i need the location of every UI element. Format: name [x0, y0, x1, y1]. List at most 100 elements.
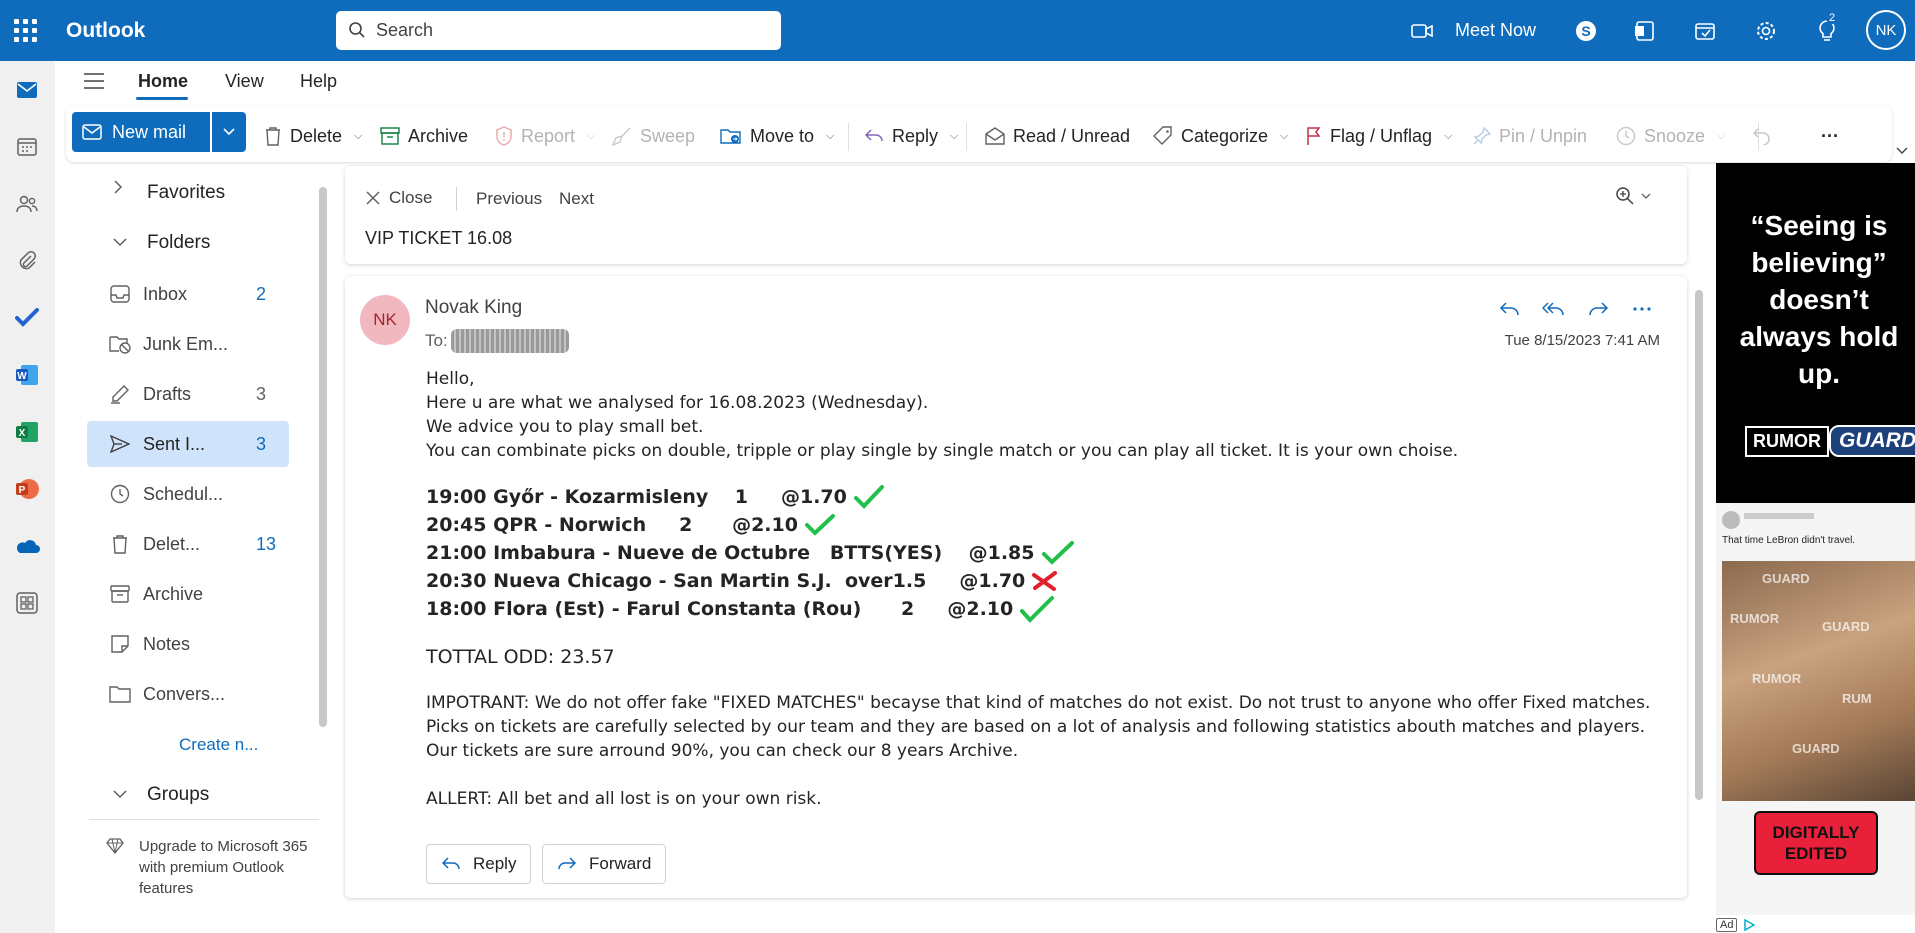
- new-mail-dropdown[interactable]: [212, 112, 246, 152]
- more-actions-icon[interactable]: [1627, 294, 1657, 324]
- ribbon-expand-chevron-icon[interactable]: [1896, 136, 1908, 166]
- next-button[interactable]: Next: [559, 189, 594, 209]
- chevron-right-icon[interactable]: [113, 180, 123, 197]
- onedrive-icon[interactable]: [14, 533, 40, 559]
- folder-inbox[interactable]: Inbox 2: [87, 271, 289, 317]
- ribbon-toolbar: New mail Delete ⌵ Archive Report ⌵ Sweep M…: [66, 106, 1908, 162]
- clock-icon: [109, 483, 131, 505]
- search-input[interactable]: Search: [336, 11, 781, 50]
- ad-quote: “Seeing is believing” doesn’t always hol…: [1739, 210, 1899, 389]
- pick-row: 20:45 QPR - Norwich 2 @2.10: [426, 511, 1656, 539]
- archive-box-icon: [109, 583, 131, 605]
- notification-badge: 2: [1826, 12, 1839, 24]
- skype-icon[interactable]: S: [1573, 18, 1599, 44]
- message-scrollbar[interactable]: [1695, 290, 1703, 800]
- folders-header[interactable]: Folders: [147, 232, 210, 254]
- folder-sent-items[interactable]: Sent I... 3: [87, 421, 289, 467]
- powerpoint-icon[interactable]: P: [14, 476, 40, 502]
- zoom-in-icon: [1616, 187, 1634, 205]
- ribbon-divider: [966, 123, 967, 151]
- sender-name[interactable]: Novak King: [425, 297, 522, 319]
- hamburger-menu-icon[interactable]: [83, 72, 105, 95]
- report-button[interactable]: Report ⌵: [495, 121, 595, 151]
- video-camera-icon[interactable]: [1410, 18, 1436, 44]
- close-button[interactable]: Close: [365, 188, 432, 208]
- excel-icon[interactable]: X: [14, 419, 40, 445]
- forward-button[interactable]: Forward: [542, 844, 667, 884]
- reply-button[interactable]: Reply: [426, 844, 532, 884]
- word-icon[interactable]: W: [14, 362, 40, 388]
- sweep-button[interactable]: Sweep: [612, 121, 695, 151]
- delete-button[interactable]: Delete ⌵: [264, 121, 362, 151]
- reply-all-icon[interactable]: [1539, 294, 1569, 324]
- more-apps-icon[interactable]: [14, 590, 40, 616]
- reply-ribbon-button[interactable]: Reply ⌵: [864, 121, 958, 151]
- chevron-down-icon[interactable]: [113, 786, 127, 802]
- watermark: RUMOR: [1730, 611, 1780, 626]
- app-launcher-icon[interactable]: [14, 19, 38, 43]
- zoom-button[interactable]: [1615, 186, 1651, 206]
- meet-now-button[interactable]: Meet Now: [1455, 20, 1536, 41]
- chevron-down-icon: ⌵: [1444, 129, 1453, 142]
- check-icon: [804, 513, 836, 537]
- new-mail-label: New mail: [112, 121, 187, 142]
- tweet-caption: That time LeBron didn't travel.: [1722, 535, 1856, 546]
- upgrade-promo[interactable]: Upgrade to Microsoft 365 with premium Ou…: [89, 819, 319, 899]
- mail-icon[interactable]: [14, 77, 40, 103]
- envelope-open-icon: [985, 127, 1005, 145]
- previous-button[interactable]: Previous: [476, 189, 542, 209]
- snooze-button[interactable]: Snooze ⌵: [1616, 121, 1725, 151]
- read-unread-button[interactable]: Read / Unread: [985, 121, 1130, 151]
- flag-unflag-button[interactable]: Flag / Unflag ⌵: [1306, 121, 1452, 151]
- more-options-button[interactable]: ···: [1821, 121, 1839, 151]
- folder-pane-scrollbar[interactable]: [319, 187, 327, 727]
- attachment-icon[interactable]: [14, 248, 40, 274]
- calendar-icon[interactable]: [14, 134, 40, 160]
- close-icon: [366, 191, 380, 205]
- favorites-header[interactable]: Favorites: [147, 182, 225, 204]
- tab-home[interactable]: Home: [138, 71, 188, 92]
- chevron-down-icon: ⌵: [1717, 129, 1726, 142]
- settings-gear-icon[interactable]: [1753, 18, 1779, 44]
- my-day-icon[interactable]: [1692, 18, 1718, 44]
- ribbon-divider: [848, 123, 849, 151]
- forward-icon: [558, 857, 577, 870]
- watermark: GUARD: [1822, 619, 1870, 634]
- todo-check-icon[interactable]: [14, 305, 40, 331]
- archive-button[interactable]: Archive: [380, 121, 468, 151]
- create-new-folder-link[interactable]: Create n...: [179, 735, 258, 755]
- undo-button[interactable]: [1752, 121, 1772, 151]
- tab-view[interactable]: View: [225, 71, 264, 92]
- tab-help[interactable]: Help: [300, 71, 337, 92]
- pin-unpin-button[interactable]: Pin / Unpin: [1473, 121, 1587, 151]
- account-avatar[interactable]: NK: [1866, 10, 1906, 50]
- groups-header[interactable]: Groups: [147, 784, 209, 806]
- advertisement[interactable]: “Seeing is believing” doesn’t always hol…: [1716, 163, 1915, 915]
- ad-choices[interactable]: Ad: [1716, 918, 1756, 932]
- folder-deleted-items[interactable]: Delet... 13: [87, 521, 289, 567]
- forward-icon[interactable]: [1583, 294, 1613, 324]
- folder-drafts[interactable]: Drafts 3: [87, 371, 289, 417]
- folder-junk-email[interactable]: Junk Em...: [87, 321, 289, 367]
- folder-label: Junk Em...: [143, 334, 229, 354]
- chevron-down-icon[interactable]: [113, 234, 127, 250]
- pick-row: 18:00 Flora (Est) - Farul Constanta (Rou…: [426, 595, 1656, 623]
- folder-count: 3: [256, 434, 267, 454]
- office-notes-icon[interactable]: [1632, 18, 1658, 44]
- shield-warning-icon: [496, 126, 512, 146]
- unread-count: 2: [256, 284, 267, 304]
- read-unread-label: Read / Unread: [1013, 125, 1131, 146]
- folder-archive[interactable]: Archive: [87, 571, 289, 617]
- folder-conversation-history[interactable]: Convers...: [87, 671, 289, 717]
- people-icon[interactable]: [14, 191, 40, 217]
- check-icon: [1041, 540, 1075, 566]
- sender-avatar[interactable]: NK: [360, 295, 410, 345]
- app-brand[interactable]: Outlook: [66, 19, 145, 43]
- folder-notes[interactable]: Notes: [87, 621, 289, 667]
- new-mail-button[interactable]: New mail: [72, 112, 210, 152]
- close-label: Close: [389, 188, 433, 207]
- reply-icon[interactable]: [1495, 294, 1525, 324]
- folder-scheduled[interactable]: Schedul...: [87, 471, 289, 517]
- categorize-button[interactable]: Categorize ⌵: [1153, 121, 1288, 151]
- move-to-button[interactable]: Move to ⌵: [720, 121, 834, 151]
